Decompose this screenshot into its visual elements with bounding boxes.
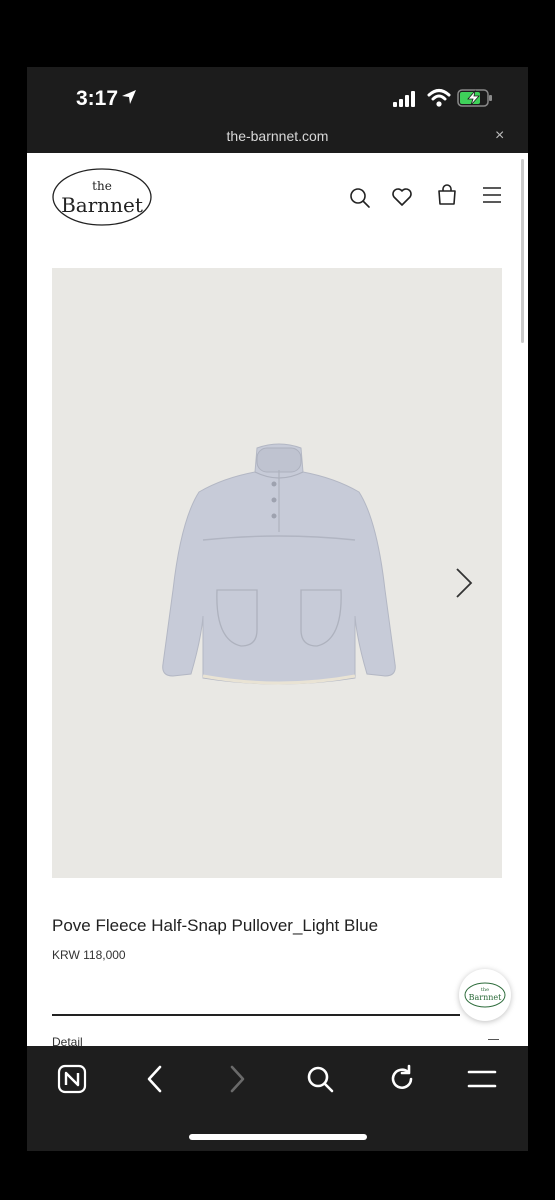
battery-charging-icon [457,89,492,107]
status-bar: 3:17 [27,67,528,123]
barnnet-logo[interactable]: the Barnnet [51,167,153,227]
reload-icon[interactable] [387,1064,417,1094]
chevron-right-icon[interactable] [454,566,474,600]
badge-logo-big: Barnnet [469,993,503,1002]
status-time: 3:17 [76,87,119,110]
collapse-icon[interactable] [488,1039,499,1040]
bag-icon[interactable] [436,184,458,206]
back-icon[interactable] [145,1064,165,1094]
close-icon[interactable]: × [495,127,504,145]
url-text[interactable]: the-barnnet.com [27,128,528,144]
menu-icon[interactable] [467,1064,497,1094]
address-bar[interactable]: the-barnnet.com × [27,123,528,153]
product-title: Pove Fleece Half-Snap Pullover_Light Blu… [52,916,379,935]
phone-frame: 3:17 the-barnnet.com × the Barnnet Pove … [27,67,528,1151]
logo-small-text: the [92,179,112,193]
home-indicator[interactable] [189,1134,367,1140]
menu-icon[interactable] [481,186,503,204]
wifi-icon [427,89,451,107]
page-scrollbar[interactable] [521,159,524,343]
detail-section-label[interactable]: Detail [52,1035,83,1046]
forward-icon[interactable] [227,1064,247,1094]
product-image[interactable] [52,268,502,878]
search-icon[interactable] [305,1064,335,1094]
logo-big-text: Barnnet [61,193,143,217]
fleece-pullover-image [162,443,396,685]
web-page: the Barnnet Pove Fleece Half-Snap Pullov… [27,153,528,1046]
heart-icon[interactable] [391,187,413,207]
cellular-signal-icon [393,91,415,107]
floating-chat-button[interactable]: the Barnnet [459,969,511,1021]
barnnet-badge-logo: the Barnnet [464,982,506,1008]
product-price: KRW 118,000 [52,948,126,962]
location-arrow-icon [122,90,136,104]
search-icon[interactable] [349,187,371,209]
section-divider [52,1014,460,1016]
n-app-icon[interactable] [57,1064,87,1094]
browser-toolbar [27,1046,528,1151]
